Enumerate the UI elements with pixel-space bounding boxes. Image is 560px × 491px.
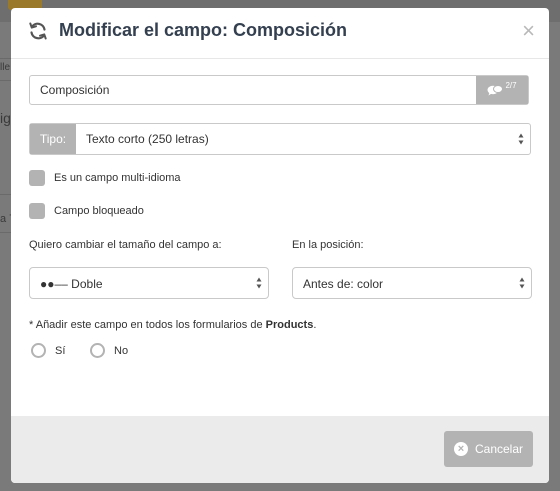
radio-no[interactable]: [90, 343, 105, 358]
updown-arrows-icon: [256, 277, 262, 289]
notice-suffix: .: [313, 319, 317, 331]
translations-button[interactable]: 2/7: [476, 76, 528, 104]
add-to-all-forms-notice: * Añadir este campo en todos los formula…: [29, 319, 316, 331]
background-text: lle: [0, 62, 11, 73]
background-divider: [0, 232, 11, 233]
locked-label: Campo bloqueado: [54, 205, 144, 217]
radio-yes-label: Sí: [55, 344, 66, 357]
locked-checkbox[interactable]: [29, 203, 45, 219]
field-size-value: ●●‒‒ Doble: [40, 277, 103, 291]
multilanguage-label: Es un campo multi-idioma: [54, 172, 181, 184]
field-position-value: Antes de: color: [303, 277, 384, 291]
edit-field-dialog: Modificar el campo: Composición × 2/7 Ti…: [11, 8, 549, 483]
updown-arrows-icon: [519, 277, 525, 289]
background-divider: [0, 58, 11, 59]
close-icon[interactable]: ×: [522, 20, 535, 42]
field-size-select[interactable]: ●●‒‒ Doble: [29, 267, 269, 299]
translation-count: 2/7: [505, 80, 517, 90]
refresh-icon: [29, 22, 47, 40]
radio-yes[interactable]: [31, 343, 46, 358]
dialog-title: Modificar el campo: Composición: [59, 20, 348, 40]
speech-bubbles-icon: [487, 85, 504, 96]
multilanguage-checkbox[interactable]: [29, 170, 45, 186]
notice-entity: Products: [265, 319, 314, 331]
radio-option-no: No: [90, 343, 128, 358]
close-circle-icon: ×: [453, 442, 468, 456]
field-name-input[interactable]: [30, 76, 498, 104]
field-position-label: En la posición:: [292, 239, 364, 251]
background-text: ig: [0, 110, 11, 126]
radio-option-yes: Sí: [31, 343, 65, 358]
background-divider: [0, 194, 11, 195]
field-position-select[interactable]: Antes de: color: [292, 267, 532, 299]
multilanguage-option: Es un campo multi-idioma: [29, 170, 181, 186]
cancel-button[interactable]: × Cancelar: [444, 431, 533, 467]
field-name-input-group: 2/7: [29, 75, 529, 105]
dialog-header: Modificar el campo: Composición ×: [11, 8, 549, 59]
updown-arrows-icon: [518, 133, 524, 145]
cancel-label: Cancelar: [474, 442, 524, 456]
field-type-select[interactable]: Tipo: Texto corto (250 letras): [29, 123, 531, 155]
locked-option: Campo bloqueado: [29, 203, 144, 219]
radio-no-label: No: [114, 344, 129, 357]
notice-prefix: * Añadir este campo en todos los formula…: [29, 319, 266, 331]
field-type-value: Texto corto (250 letras): [86, 132, 209, 146]
field-size-label: Quiero cambiar el tamaño del campo a:: [29, 239, 222, 251]
field-type-label: Tipo:: [30, 124, 76, 154]
background-divider: [0, 80, 11, 81]
